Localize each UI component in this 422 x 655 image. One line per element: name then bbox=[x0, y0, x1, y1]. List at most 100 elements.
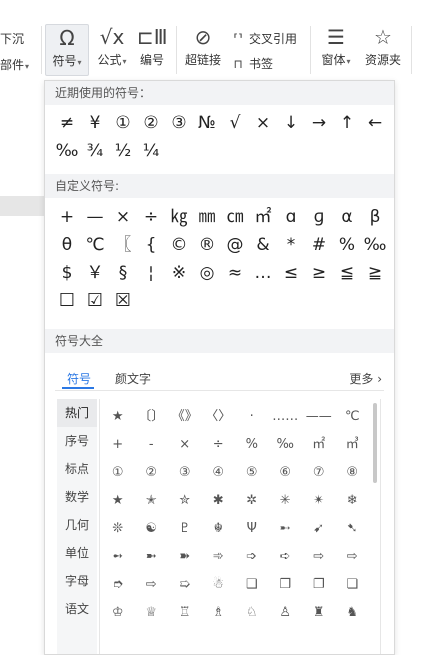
formula-button[interactable]: √x 公式▾ bbox=[93, 24, 131, 70]
symbol-cell[interactable]: ♔ bbox=[101, 599, 135, 627]
tab-symbols[interactable]: 符号 bbox=[67, 370, 91, 387]
symbol-cell[interactable]: ↓ bbox=[277, 109, 305, 137]
symbol-cell[interactable]: ☐ bbox=[53, 287, 81, 315]
numbering-button[interactable]: ⊏Ⅲ 编号 bbox=[137, 24, 168, 68]
symbol-cell[interactable]: ≤ bbox=[277, 259, 305, 287]
symbol-cell[interactable]: - bbox=[135, 431, 169, 459]
symbol-cell[interactable]: ❑ bbox=[235, 571, 269, 599]
symbol-cell[interactable]: ⇨ bbox=[302, 543, 336, 571]
symbol-cell[interactable]: —— bbox=[302, 403, 336, 431]
symbol-cell[interactable]: ㎏ bbox=[165, 203, 193, 231]
symbol-cell[interactable]: ➼ bbox=[135, 543, 169, 571]
symbol-cell[interactable]: ➯ bbox=[168, 571, 202, 599]
symbol-cell[interactable]: ≠ bbox=[53, 109, 81, 137]
more-link[interactable]: 更多 › bbox=[349, 370, 382, 387]
symbol-cell[interactable]: ♘ bbox=[235, 599, 269, 627]
symbol-cell[interactable]: ÷ bbox=[137, 203, 165, 231]
symbol-cell[interactable]: { bbox=[137, 231, 165, 259]
symbol-cell[interactable]: ♜ bbox=[302, 599, 336, 627]
symbol-cell[interactable]: ♞ bbox=[336, 599, 370, 627]
symbol-cell[interactable]: ㎡ bbox=[249, 203, 277, 231]
tab-emoticons[interactable]: 颜文字 bbox=[115, 370, 151, 387]
symbol-cell[interactable]: ② bbox=[137, 109, 165, 137]
symbol-cell[interactable]: ③ bbox=[165, 109, 193, 137]
symbol-cell[interactable]: ♖ bbox=[168, 599, 202, 627]
symbol-cell[interactable]: ㎡ bbox=[302, 431, 336, 459]
scrollbar[interactable] bbox=[371, 399, 379, 654]
symbol-cell[interactable]: ㎥ bbox=[336, 431, 370, 459]
symbol-cell[interactable]: ➩ bbox=[235, 543, 269, 571]
symbol-cell[interactable]: √ bbox=[221, 109, 249, 137]
symbol-cell[interactable]: ④ bbox=[202, 459, 236, 487]
symbol-cell[interactable]: ① bbox=[101, 459, 135, 487]
symbol-cell[interactable]: ② bbox=[135, 459, 169, 487]
symbol-cell[interactable]: ⑥ bbox=[269, 459, 303, 487]
symbol-cell[interactable]: ✱ bbox=[202, 487, 236, 515]
symbol-cell[interactable]: ½ bbox=[109, 137, 137, 165]
symbol-cell[interactable]: ★ bbox=[101, 487, 135, 515]
document-parts-button[interactable]: 部件▾ bbox=[0, 56, 29, 73]
symbol-cell[interactable]: × bbox=[109, 203, 137, 231]
category-item[interactable]: 序号 bbox=[57, 427, 97, 455]
symbol-cell[interactable]: ➻ bbox=[101, 543, 135, 571]
symbol-cell[interactable]: & bbox=[249, 231, 277, 259]
hyperlink-button[interactable]: ⊘ 超链接 bbox=[182, 24, 224, 68]
symbol-cell[interactable]: ≦ bbox=[333, 259, 361, 287]
symbol-cell[interactable]: § bbox=[109, 259, 137, 287]
category-item[interactable]: 标点 bbox=[57, 455, 97, 483]
symbol-cell[interactable]: ◎ bbox=[193, 259, 221, 287]
symbol-cell[interactable]: ❄ bbox=[336, 487, 370, 515]
category-item[interactable]: 字母 bbox=[57, 567, 97, 595]
symbol-cell[interactable]: * bbox=[277, 231, 305, 259]
symbol-cell[interactable]: ℃ bbox=[336, 403, 370, 431]
symbol-cell[interactable]: — bbox=[81, 203, 109, 231]
resources-button[interactable]: ☆ 资源夹 bbox=[362, 24, 404, 68]
symbol-cell[interactable]: ➪ bbox=[269, 543, 303, 571]
symbol-cell[interactable]: ➹ bbox=[302, 515, 336, 543]
symbol-cell[interactable]: ‰ bbox=[269, 431, 303, 459]
symbol-cell[interactable]: 〈〉 bbox=[202, 403, 236, 431]
symbol-cell[interactable]: ✭ bbox=[135, 487, 169, 515]
symbol-cell[interactable]: + bbox=[53, 203, 81, 231]
symbol-cell[interactable]: ⑤ bbox=[235, 459, 269, 487]
symbol-cell[interactable]: ☃ bbox=[202, 571, 236, 599]
symbol-cell[interactable]: ➽ bbox=[168, 543, 202, 571]
symbol-cell[interactable]: ‰ bbox=[53, 137, 81, 165]
symbol-cell[interactable]: 〖 bbox=[109, 231, 137, 259]
symbol-cell[interactable]: # bbox=[305, 231, 333, 259]
symbol-cell[interactable]: ↑ bbox=[333, 109, 361, 137]
symbol-cell[interactable]: ➾ bbox=[202, 543, 236, 571]
symbol-cell[interactable]: → bbox=[305, 109, 333, 137]
symbol-cell[interactable]: ✲ bbox=[235, 487, 269, 515]
drop-cap-button[interactable]: 下沉 bbox=[0, 30, 24, 47]
symbol-cell[interactable]: № bbox=[193, 109, 221, 137]
symbol-cell[interactable]: % bbox=[235, 431, 269, 459]
symbol-cell[interactable]: ☯ bbox=[135, 515, 169, 543]
symbol-cell[interactable]: ✳ bbox=[269, 487, 303, 515]
symbol-cell[interactable]: ‰ bbox=[361, 231, 389, 259]
symbol-cell[interactable]: ➮ bbox=[101, 571, 135, 599]
symbol-cell[interactable]: + bbox=[101, 431, 135, 459]
symbol-cell[interactable]: × bbox=[249, 109, 277, 137]
bookmark-button[interactable]: ⊓ 书签 bbox=[230, 55, 273, 72]
symbol-cell[interactable]: ≥ bbox=[305, 259, 333, 287]
category-item[interactable]: 热门 bbox=[57, 399, 97, 427]
category-item[interactable]: 单位 bbox=[57, 539, 97, 567]
symbol-cell[interactable]: $ bbox=[53, 259, 81, 287]
symbol-cell[interactable]: …… bbox=[269, 403, 303, 431]
symbol-cell[interactable]: · bbox=[235, 403, 269, 431]
symbol-cell[interactable]: ✮ bbox=[168, 487, 202, 515]
symbol-cell[interactable]: ㎜ bbox=[193, 203, 221, 231]
symbol-cell[interactable]: ￥ bbox=[81, 259, 109, 287]
symbol-cell[interactable]: ☬ bbox=[202, 515, 236, 543]
symbol-cell[interactable]: ㎝ bbox=[221, 203, 249, 231]
symbol-cell[interactable]: ☑ bbox=[81, 287, 109, 315]
symbol-cell[interactable]: ≧ bbox=[361, 259, 389, 287]
symbol-cell[interactable]: 〔〕 bbox=[135, 403, 169, 431]
symbol-button[interactable]: Ω 符号▾ bbox=[45, 24, 89, 76]
symbol-cell[interactable]: ➷ bbox=[336, 515, 370, 543]
symbol-cell[interactable]: ★ bbox=[101, 403, 135, 431]
symbol-cell[interactable]: … bbox=[249, 259, 277, 287]
symbol-cell[interactable]: ♗ bbox=[202, 599, 236, 627]
symbol-cell[interactable]: ¦ bbox=[137, 259, 165, 287]
